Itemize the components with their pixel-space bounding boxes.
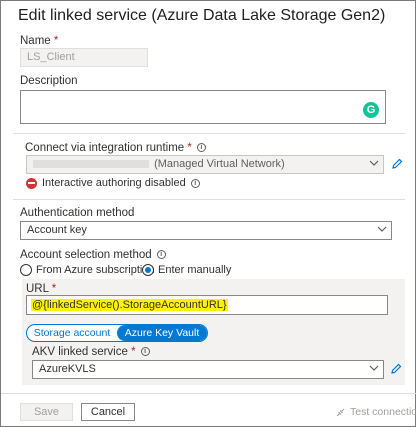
error-stop-icon — [26, 177, 37, 189]
akv-linked-service-select[interactable]: AzureKVLS — [32, 360, 384, 379]
tab-azure-key-vault[interactable]: Azure Key Vault — [117, 325, 207, 341]
cancel-button[interactable]: Cancel — [81, 403, 135, 421]
radio-button[interactable] — [142, 264, 154, 276]
panel-title: Edit linked service (Azure Data Lake Sto… — [18, 7, 386, 24]
chevron-down-icon — [369, 158, 379, 168]
test-connection-icon — [336, 408, 345, 416]
description-label: Description — [20, 75, 78, 87]
akv-linked-service-value: AzureKVLS — [39, 363, 96, 375]
test-connection-button[interactable]: Test connection — [335, 406, 416, 418]
akv-linked-service-label: AKV linked service * i — [32, 346, 150, 358]
edit-linked-service-panel: Edit linked service (Azure Data Lake Sto… — [0, 0, 416, 427]
url-value: @{linkedService().StorageAccountURL} — [31, 299, 228, 311]
interactive-authoring-warning: Interactive authoring disabled i — [26, 177, 200, 189]
description-field[interactable]: G — [20, 90, 386, 124]
integration-runtime-select[interactable]: (Managed Virtual Network) — [26, 155, 384, 174]
radio-from-azure-subscription[interactable]: From Azure subscription — [20, 264, 155, 276]
name-label: Name * — [20, 35, 59, 47]
info-icon[interactable]: i — [140, 347, 150, 357]
radio-label: From Azure subscription — [36, 264, 155, 276]
pencil-icon[interactable] — [390, 363, 402, 375]
authentication-method-value: Account key — [27, 224, 87, 236]
radio-enter-manually[interactable]: Enter manually — [142, 264, 231, 276]
authentication-method-label: Authentication method — [20, 207, 135, 219]
redacted-runtime-name — [33, 160, 149, 169]
chevron-down-icon — [377, 224, 387, 234]
footer-divider — [1, 393, 416, 394]
pencil-icon[interactable] — [391, 158, 403, 170]
warning-text: Interactive authoring disabled — [42, 177, 186, 189]
chevron-down-icon — [369, 363, 379, 373]
name-field[interactable]: LS_Client — [20, 48, 148, 67]
grammarly-icon[interactable]: G — [363, 102, 379, 118]
integration-runtime-value: (Managed Virtual Network) — [154, 158, 285, 170]
radio-button[interactable] — [20, 264, 32, 276]
divider — [13, 199, 405, 200]
secret-source-toggle: Storage account key Azure Key Vault — [26, 324, 208, 342]
authentication-method-select[interactable]: Account key — [20, 221, 392, 240]
info-icon[interactable]: i — [190, 178, 200, 188]
integration-runtime-label: Connect via integration runtime * i — [25, 142, 206, 154]
test-connection-label: Test connection — [350, 406, 416, 418]
url-label: URL * — [26, 283, 57, 295]
save-button[interactable]: Save — [20, 403, 73, 421]
tab-storage-account-key[interactable]: Storage account key — [27, 325, 117, 341]
info-icon[interactable]: i — [156, 250, 166, 260]
account-selection-label: Account selection method i — [20, 249, 166, 261]
url-input[interactable]: @{linkedService().StorageAccountURL} — [26, 295, 388, 315]
divider — [13, 133, 405, 134]
radio-label: Enter manually — [158, 264, 232, 276]
info-icon[interactable]: i — [196, 143, 206, 153]
